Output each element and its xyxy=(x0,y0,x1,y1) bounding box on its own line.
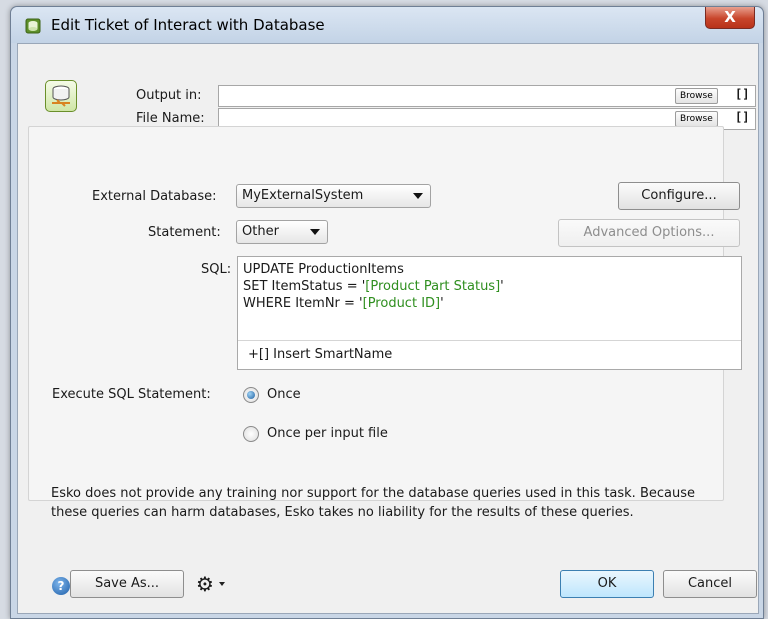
title-bar[interactable]: Edit Ticket of Interact with Database X xyxy=(11,7,763,43)
cancel-button[interactable]: Cancel xyxy=(663,570,757,598)
output-in-label: Output in: xyxy=(136,88,202,103)
app-icon xyxy=(25,18,41,34)
sql-line-2: SET ItemStatus = '[Product Part Status]' xyxy=(243,278,504,295)
sql-text[interactable]: UPDATE ProductionItems SET ItemStatus = … xyxy=(243,261,504,312)
radio-selected-dot xyxy=(247,391,255,399)
output-in-field[interactable]: Browse [] xyxy=(218,85,756,107)
execute-sql-label: Execute SQL Statement: xyxy=(52,387,211,402)
file-name-browse-button[interactable]: Browse xyxy=(675,111,718,127)
sql-line-3: WHERE ItemNr = '[Product ID]' xyxy=(243,295,504,312)
external-database-dropdown[interactable]: MyExternalSystem xyxy=(236,184,431,208)
file-name-smartname-button[interactable]: [] xyxy=(735,110,749,124)
external-database-value: MyExternalSystem xyxy=(242,188,364,203)
statement-label: Statement: xyxy=(148,225,221,240)
database-icon xyxy=(45,80,77,112)
output-in-browse-button[interactable]: Browse xyxy=(675,88,718,104)
insert-smartname-button[interactable]: +[] Insert SmartName xyxy=(248,347,392,362)
statement-value: Other xyxy=(242,224,279,239)
ok-button[interactable]: OK xyxy=(560,570,654,598)
close-button[interactable]: X xyxy=(705,7,755,29)
chevron-down-icon xyxy=(413,193,423,199)
save-as-button[interactable]: Save As... xyxy=(70,570,184,598)
sql-divider xyxy=(238,340,741,341)
sql-editor[interactable]: UPDATE ProductionItems SET ItemStatus = … xyxy=(237,256,742,370)
chevron-down-icon xyxy=(310,229,320,235)
gear-icon[interactable]: ⚙ xyxy=(196,572,214,596)
window-title: Edit Ticket of Interact with Database xyxy=(51,16,325,34)
file-name-label: File Name: xyxy=(136,111,205,126)
disclaimer-text: Esko does not provide any training nor s… xyxy=(51,486,695,520)
sql-line-2-quote: ' xyxy=(500,279,504,294)
radio-once-label[interactable]: Once xyxy=(267,387,301,402)
gear-menu-caret-icon[interactable] xyxy=(219,582,225,586)
output-in-smartname-button[interactable]: [] xyxy=(735,87,749,101)
smartname-product-id: [Product ID] xyxy=(362,296,441,311)
sql-label: SQL: xyxy=(201,262,232,277)
sql-line-2-text: SET ItemStatus = ' xyxy=(243,279,366,294)
advanced-options-button[interactable]: Advanced Options... xyxy=(558,219,740,247)
sql-line-3-text: WHERE ItemNr = ' xyxy=(243,296,363,311)
sql-line-3-quote: ' xyxy=(440,296,444,311)
sql-line-1: UPDATE ProductionItems xyxy=(243,262,404,277)
smartname-product-part-status: [Product Part Status] xyxy=(365,279,501,294)
radio-once-per-input-file-label[interactable]: Once per input file xyxy=(267,426,388,441)
help-icon[interactable]: ? xyxy=(52,577,70,595)
radio-once-per-input-file[interactable] xyxy=(243,426,259,442)
configure-button[interactable]: Configure... xyxy=(618,182,740,210)
external-database-label: External Database: xyxy=(92,189,217,204)
radio-once[interactable] xyxy=(243,387,259,403)
statement-dropdown[interactable]: Other xyxy=(236,220,328,244)
